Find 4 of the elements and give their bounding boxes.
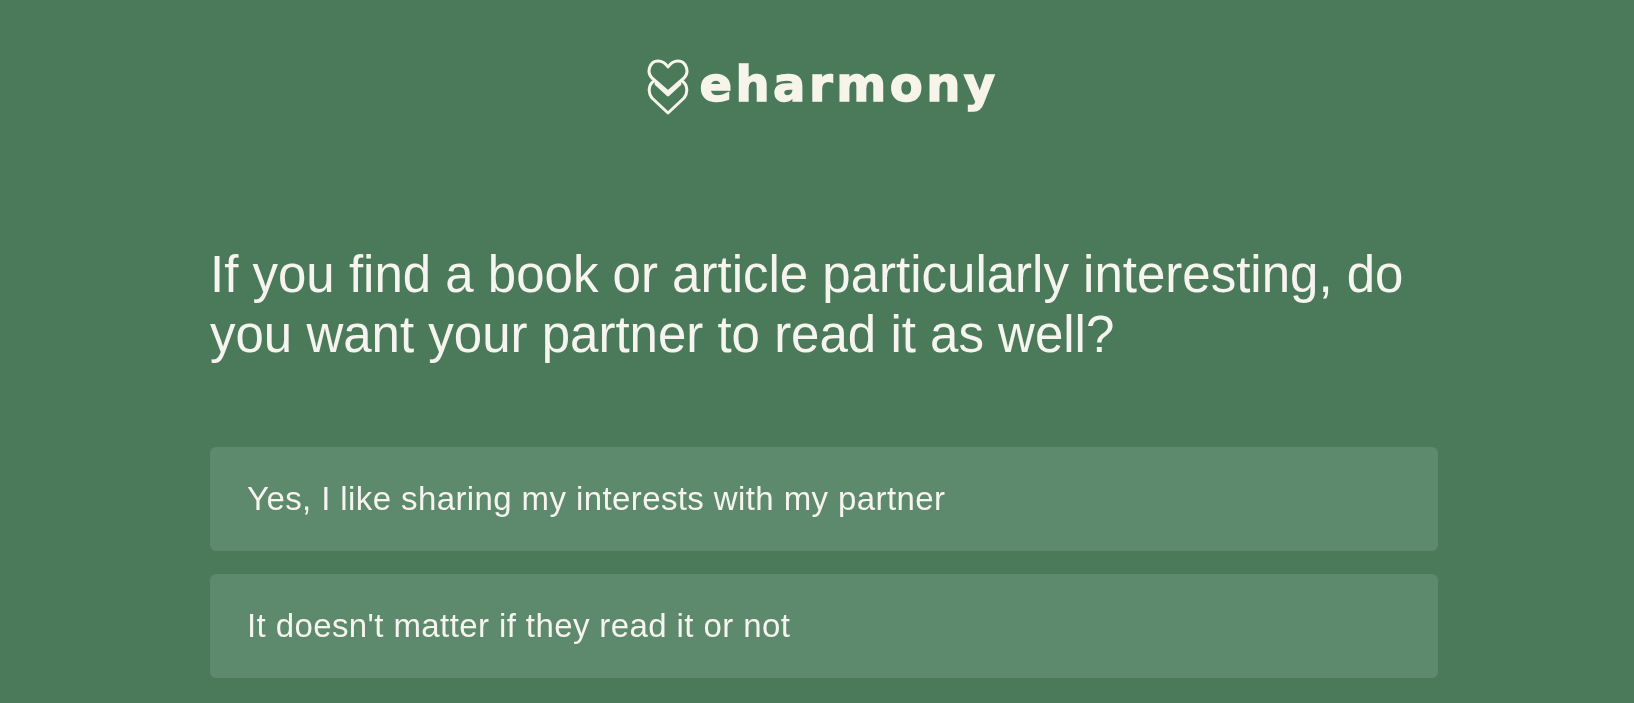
question-text: If you find a book or article particularly interesting, do you want your partner to read it as well? — [210, 245, 1405, 365]
hearts-logo-icon — [647, 58, 690, 115]
answer-option[interactable]: Yes, I like sharing my interests with my partner — [210, 447, 1438, 551]
answer-option[interactable]: It doesn't matter if they read it or not — [210, 574, 1438, 678]
